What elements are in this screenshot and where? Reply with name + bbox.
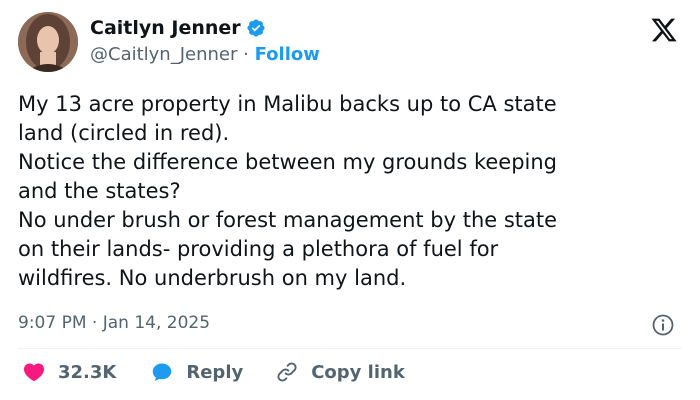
like-button[interactable]: 32.3K — [22, 360, 116, 384]
x-logo-icon[interactable] — [650, 16, 678, 44]
tweet-line: No under brush or forest management by t… — [18, 208, 558, 232]
copy-link-button[interactable]: Copy link — [275, 360, 405, 384]
divider — [18, 348, 682, 349]
avatar[interactable] — [18, 12, 78, 72]
avatar-photo-icon — [18, 12, 78, 72]
action-bar: 32.3K Reply Copy link — [22, 360, 405, 384]
tweet-text: My 13 acre property in Malibu backs up t… — [18, 90, 684, 293]
tweet-line: wildfires. No underbrush on my land. — [18, 266, 407, 290]
author-handle[interactable]: @Caitlyn_Jenner — [90, 44, 237, 65]
like-count: 32.3K — [58, 361, 117, 383]
tweet-line: land (circled in red). — [18, 121, 230, 145]
heart-icon — [23, 363, 45, 382]
link-icon — [277, 362, 297, 382]
author-name[interactable]: Caitlyn Jenner — [90, 17, 241, 39]
author-handle-row: @Caitlyn_Jenner · Follow — [90, 44, 320, 65]
tweet-card: Caitlyn Jenner @Caitlyn_Jenner · Follow … — [0, 0, 700, 400]
tweet-line: Notice the difference between my grounds… — [18, 150, 558, 174]
tweet-timestamp[interactable]: 9:07 PM · Jan 14, 2025 — [18, 313, 210, 333]
reply-label: Reply — [186, 361, 244, 383]
tweet-line: on their lands- providing a plethora of … — [18, 237, 499, 261]
copy-link-label: Copy link — [311, 361, 405, 383]
reply-button[interactable]: Reply — [150, 360, 243, 384]
tweet-line: My 13 acre property in Malibu backs up t… — [18, 92, 557, 116]
tweet-line: and the states? — [18, 179, 181, 203]
follow-button[interactable]: Follow — [255, 44, 320, 65]
reply-bubble-icon — [153, 363, 172, 381]
info-icon[interactable] — [651, 313, 675, 337]
verified-badge-icon — [247, 19, 265, 37]
handle-separator: · — [243, 44, 255, 65]
author-name-row: Caitlyn Jenner — [90, 17, 266, 39]
